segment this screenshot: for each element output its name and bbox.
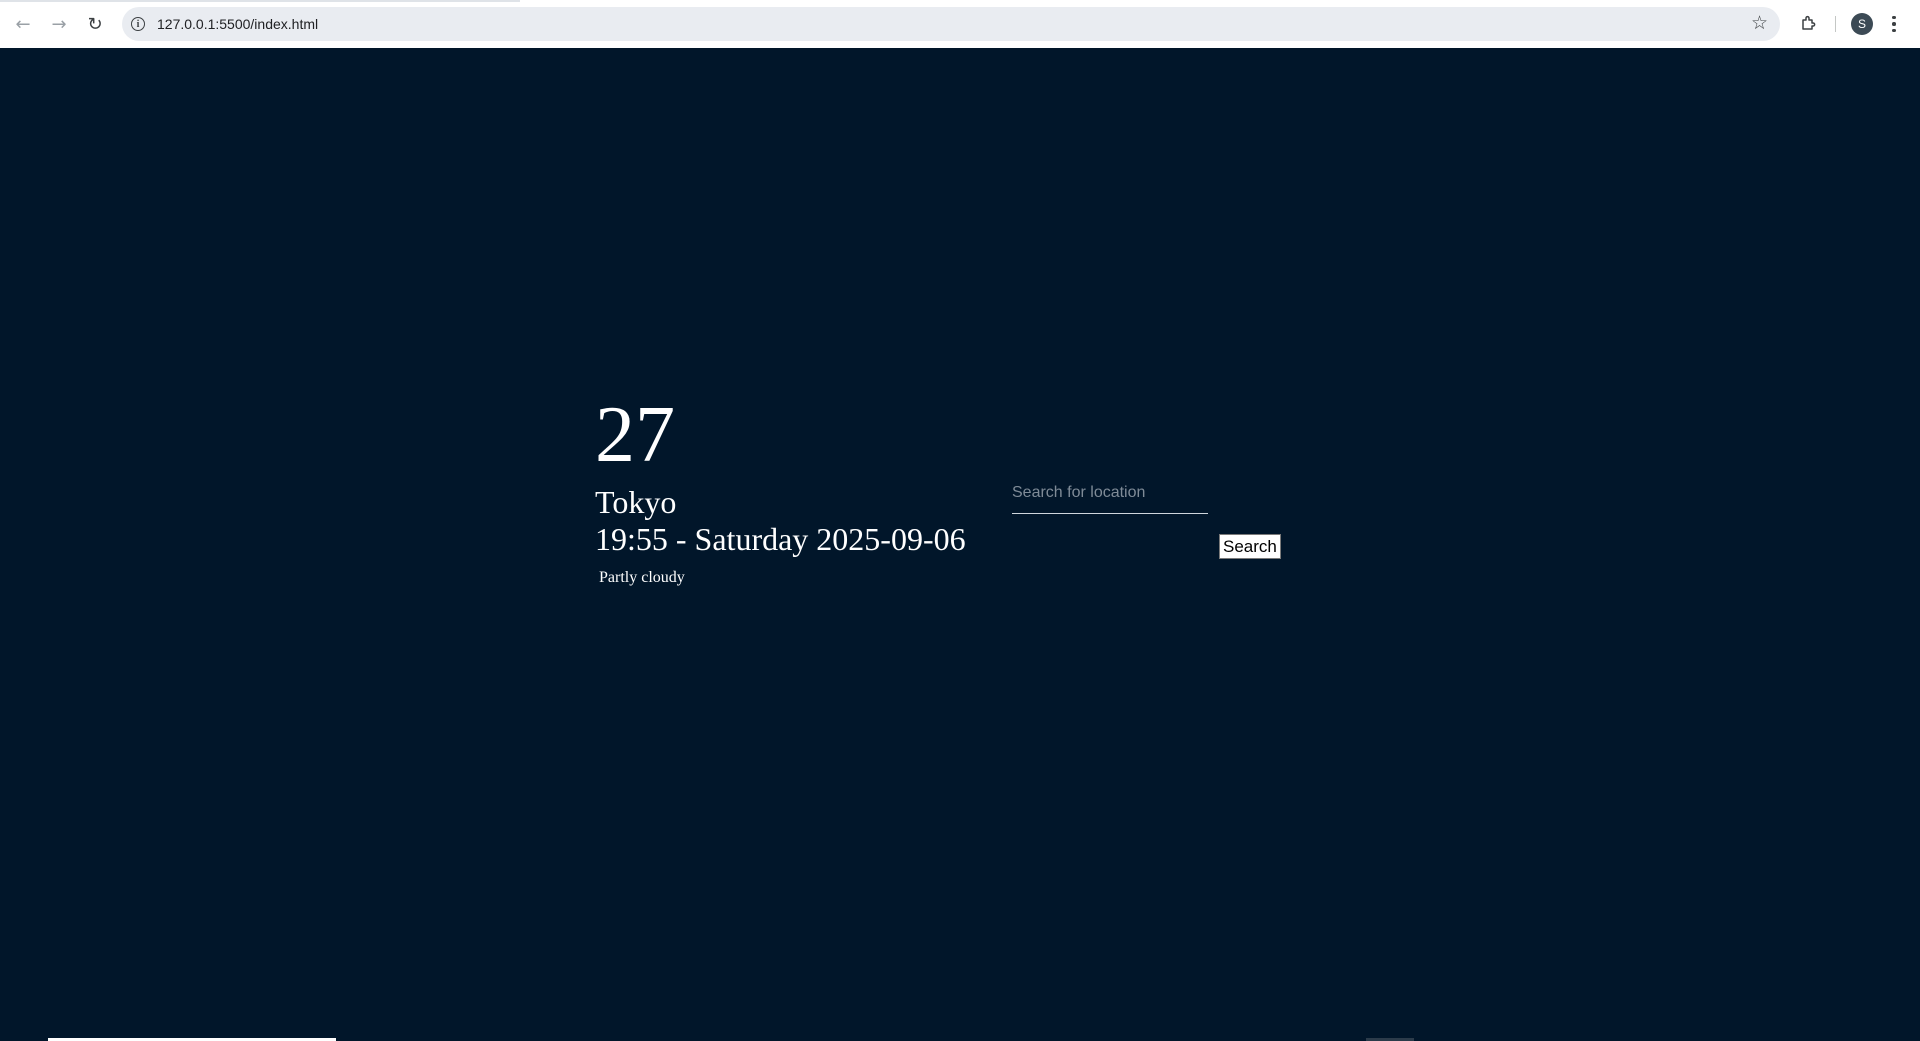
extensions-button[interactable] — [1797, 11, 1821, 35]
menu-dot — [1892, 28, 1896, 33]
info-icon[interactable]: i — [131, 17, 145, 31]
location-search-input[interactable] — [1012, 476, 1208, 514]
date-time: 19:55 - Saturday 2025-09-06 — [595, 521, 966, 557]
star-icon[interactable]: ☆ — [1751, 12, 1768, 34]
vertical-dots-icon[interactable] — [1888, 10, 1900, 38]
address-bar[interactable]: i 127.0.0.1:5500/index.html ☆ — [122, 7, 1780, 41]
city-name: Tokyo — [595, 484, 677, 520]
reload-icon: ↻ — [87, 13, 103, 35]
menu-dot — [1892, 15, 1896, 20]
search-button[interactable]: Search — [1219, 534, 1281, 559]
puzzle-piece-icon — [1802, 15, 1816, 30]
tab-strip-indicator — [0, 0, 520, 2]
toolbar-divider — [1835, 16, 1836, 32]
browser-toolbar: ← → ↻ i 127.0.0.1:5500/index.html ☆ S — [0, 0, 1920, 48]
back-button[interactable]: ← — [5, 6, 41, 42]
url-text[interactable]: 127.0.0.1:5500/index.html — [157, 16, 318, 32]
profile-avatar[interactable]: S — [1851, 13, 1873, 35]
arrow-right-icon: → — [51, 13, 67, 35]
temperature: 27 — [595, 391, 675, 479]
arrow-left-icon: ← — [15, 13, 31, 35]
reload-button[interactable]: ↻ — [77, 6, 113, 42]
weather-condition: Partly cloudy — [599, 569, 685, 586]
forward-button[interactable]: → — [41, 6, 77, 42]
menu-dot — [1892, 22, 1896, 26]
